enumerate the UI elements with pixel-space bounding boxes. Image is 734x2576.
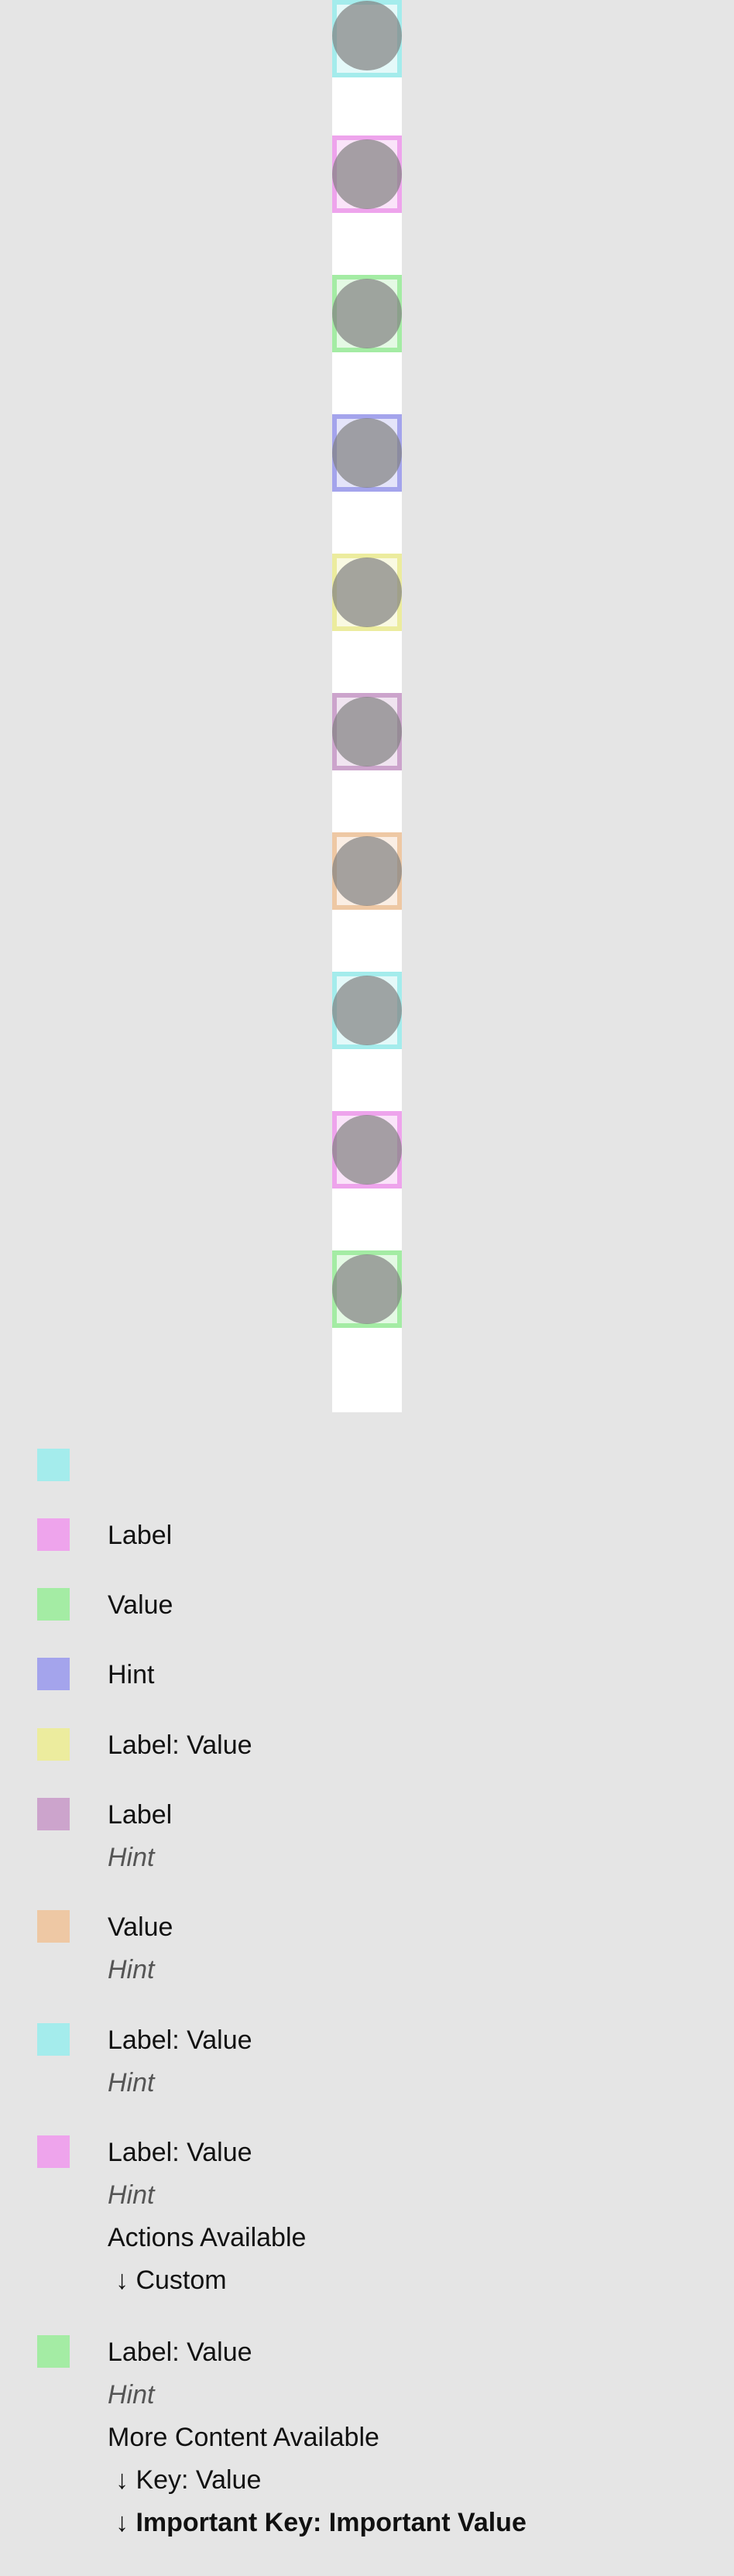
legend-swatch <box>37 1910 70 1943</box>
legend-hint: Hint <box>108 1843 155 1872</box>
element-circle-7 <box>332 836 402 906</box>
legend-swatch <box>37 2135 70 2168</box>
element-circle-5 <box>332 557 402 627</box>
legend-text: Value <box>108 1912 173 1942</box>
legend-text: Label: Value <box>108 2025 252 2055</box>
element-circle-8 <box>332 976 402 1045</box>
action-item[interactable]: ↓ Custom <box>115 2265 227 2296</box>
element-circle-10 <box>332 1254 402 1324</box>
legend-text: Label: Value <box>108 2138 252 2167</box>
legend-swatch <box>37 1658 70 1690</box>
content-item: ↓ Key: Value <box>115 2465 262 2495</box>
element-circle-9 <box>332 1115 402 1185</box>
legend-hint: Hint <box>108 2068 155 2098</box>
element-circle-6 <box>332 697 402 767</box>
element-circle-4 <box>332 418 402 488</box>
legend-text: Value <box>108 1590 173 1620</box>
legend-hint: Hint <box>108 2180 155 2210</box>
legend-swatch <box>37 2023 70 2056</box>
element-circle-2 <box>332 139 402 209</box>
legend-text: Label: Value <box>108 1730 252 1760</box>
legend-swatch <box>37 1728 70 1761</box>
legend-swatch <box>37 2335 70 2368</box>
actions-header: Actions Available <box>108 2223 307 2252</box>
legend-text: Label <box>108 1800 173 1830</box>
content-item-important: ↓ Important Key: Important Value <box>115 2508 526 2537</box>
legend-text: Label <box>108 1521 173 1550</box>
legend-hint: Hint <box>108 2380 155 2410</box>
content-header: More Content Available <box>108 2423 379 2452</box>
element-circle-3 <box>332 279 402 348</box>
legend-hint: Hint <box>108 1955 155 1984</box>
legend-text: Label: Value <box>108 2338 252 2367</box>
legend-swatch <box>37 1518 70 1551</box>
element-circle-1 <box>332 1 402 70</box>
legend-swatch <box>37 1449 70 1481</box>
legend-swatch <box>37 1798 70 1830</box>
legend-text: Hint <box>108 1660 155 1689</box>
legend-swatch <box>37 1588 70 1621</box>
